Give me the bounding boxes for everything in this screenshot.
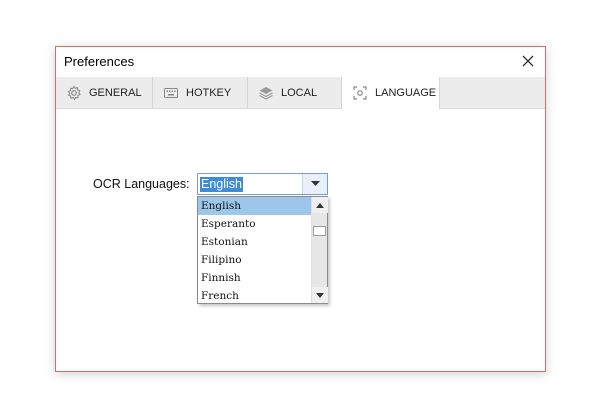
window-title: Preferences (64, 54, 135, 69)
scroll-up-button[interactable] (312, 197, 328, 213)
tab-general[interactable]: GENERAL (56, 77, 153, 108)
tab-language-label: LANGUAGE (375, 87, 437, 99)
language-option-estonian[interactable]: Estonian (198, 233, 311, 251)
keyboard-icon (163, 85, 179, 101)
language-option-finnish[interactable]: Finnish (198, 269, 311, 287)
tab-bar: GENERAL HOTKEY LOCAL LANGUAGE (56, 77, 545, 109)
arrow-down-icon (316, 292, 324, 298)
close-icon (522, 55, 534, 67)
title-bar: Preferences (56, 47, 545, 77)
scroll-down-button[interactable] (312, 287, 328, 303)
preferences-window: Preferences GENERAL HOTKEY LOCAL LANGUAG… (55, 46, 546, 372)
tab-language[interactable]: LANGUAGE (342, 77, 440, 109)
ocr-language-select[interactable]: English (197, 173, 328, 195)
arrow-up-icon (316, 202, 324, 208)
layers-icon (258, 85, 274, 101)
tab-hotkey[interactable]: HOTKEY (153, 77, 248, 108)
language-dropdown-list[interactable]: English Esperanto Estonian Filipino Finn… (197, 196, 328, 304)
gear-icon (66, 85, 82, 101)
chevron-down-icon (310, 181, 320, 186)
dropdown-scrollbar[interactable] (311, 197, 328, 303)
language-options: English Esperanto Estonian Filipino Finn… (198, 197, 311, 305)
language-option-esperanto[interactable]: Esperanto (198, 215, 311, 233)
language-option-filipino[interactable]: Filipino (198, 251, 311, 269)
scroll-thumb[interactable] (313, 226, 326, 236)
scan-icon (352, 85, 368, 101)
tab-hotkey-label: HOTKEY (186, 86, 232, 99)
dropdown-toggle-button[interactable] (302, 174, 327, 194)
tab-local[interactable]: LOCAL (248, 77, 342, 108)
language-option-french[interactable]: French (198, 287, 311, 305)
tab-general-label: GENERAL (89, 86, 142, 99)
tab-local-label: LOCAL (281, 86, 318, 99)
ocr-languages-label: OCR Languages: (93, 177, 190, 191)
close-button[interactable] (511, 47, 545, 75)
language-option-english[interactable]: English (198, 197, 311, 215)
selected-language-value: English (200, 177, 243, 192)
